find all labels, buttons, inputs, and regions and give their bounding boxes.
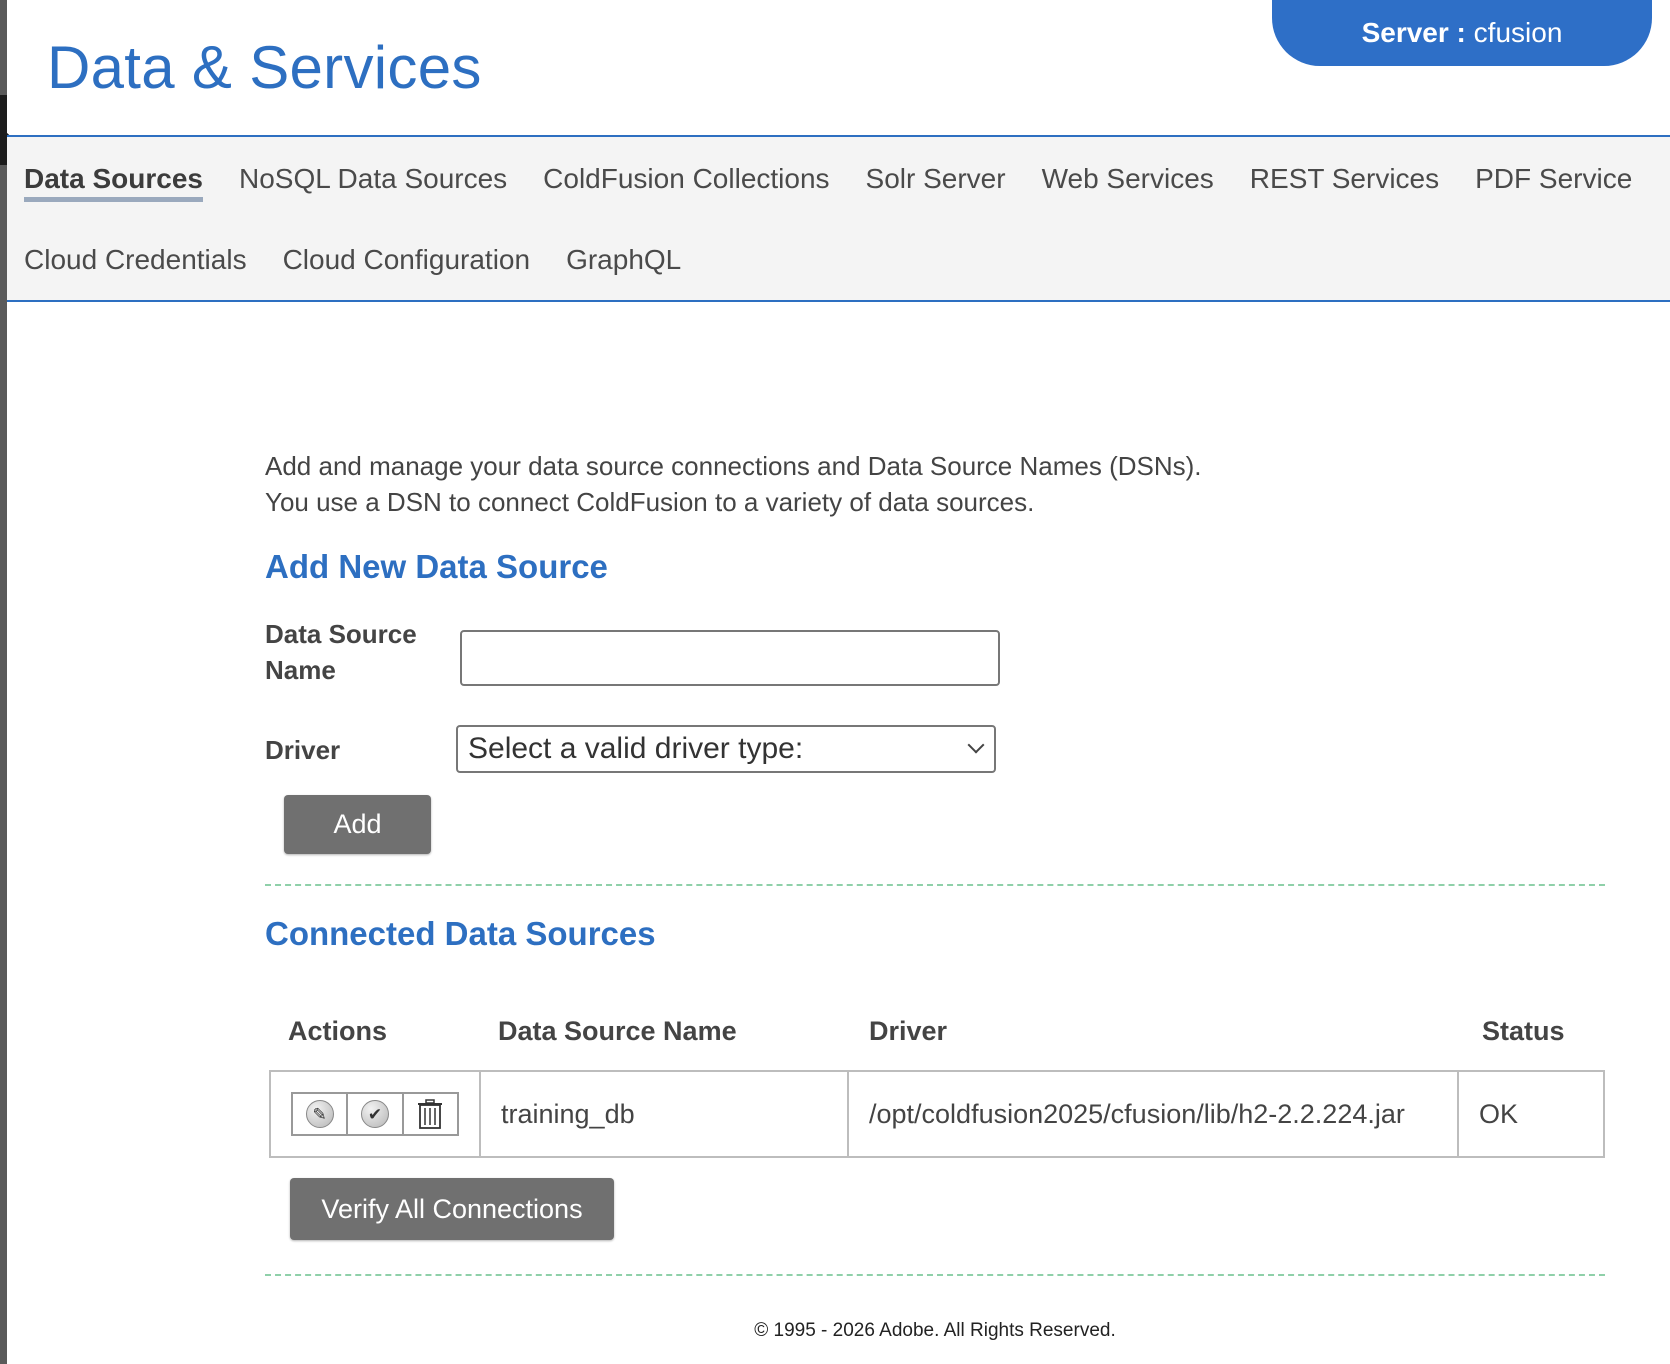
page-title: Data & Services — [47, 34, 482, 101]
driver-select[interactable]: Select a valid driver type: — [456, 725, 996, 773]
tab-rest-services[interactable]: REST Services — [1250, 163, 1439, 202]
dsn-name-cell: training_db — [479, 1070, 849, 1158]
tab-row-2: Cloud Credentials Cloud Configuration Gr… — [24, 244, 681, 282]
column-header-actions: Actions — [288, 1016, 388, 1046]
tab-solr-server[interactable]: Solr Server — [866, 163, 1006, 202]
dsn-label: Data Source Name — [265, 616, 417, 688]
intro-line-2: You use a DSN to connect ColdFusion to a… — [265, 487, 1035, 517]
column-header-status: Status — [1482, 1016, 1565, 1046]
column-header-driver: Driver — [869, 1016, 948, 1046]
tab-web-services[interactable]: Web Services — [1042, 163, 1214, 202]
footer: © 1995 - 2026 Adobe. All Rights Reserved… — [0, 1320, 1670, 1342]
table-header: Actions Data Source Name Driver Status — [265, 1008, 1605, 1058]
left-sidebar-edge — [0, 0, 20, 1364]
intro-text: Add and manage your data source connecti… — [265, 448, 1605, 520]
main-content: Add and manage your data source connecti… — [265, 448, 1605, 1276]
tab-row-1: Data Sources NoSQL Data Sources ColdFusi… — [24, 163, 1632, 202]
tab-coldfusion-collections[interactable]: ColdFusion Collections — [543, 163, 829, 202]
tab-graphql[interactable]: GraphQL — [566, 244, 681, 282]
tab-data-sources[interactable]: Data Sources — [24, 163, 203, 202]
tab-cloud-configuration[interactable]: Cloud Configuration — [283, 244, 531, 282]
dsn-name-input[interactable] — [460, 630, 1000, 686]
column-header-dsn: Data Source Name — [498, 1016, 737, 1046]
divider — [265, 1274, 1605, 1276]
add-button[interactable]: Add — [284, 795, 431, 854]
copyright-text: © 1995 - 2026 Adobe. All Rights Reserved… — [754, 1320, 1116, 1341]
row-actions: ✎ ✔ — [291, 1092, 459, 1136]
verify-button[interactable]: ✔ — [348, 1094, 404, 1134]
tab-navigation: Data Sources NoSQL Data Sources ColdFusi… — [7, 135, 1670, 302]
chevron-down-icon — [967, 736, 985, 754]
dsn-label-line-2: Name — [265, 655, 336, 685]
tab-pdf-service[interactable]: PDF Service — [1475, 163, 1632, 202]
tab-cloud-credentials[interactable]: Cloud Credentials — [24, 244, 247, 282]
edit-icon: ✎ — [305, 1100, 334, 1128]
delete-button[interactable] — [404, 1094, 457, 1134]
verify-icon: ✔ — [360, 1100, 389, 1128]
intro-line-1: Add and manage your data source connecti… — [265, 451, 1202, 481]
verify-all-connections-button[interactable]: Verify All Connections — [290, 1178, 614, 1240]
driver-cell: /opt/coldfusion2025/cfusion/lib/h2-2.2.2… — [847, 1070, 1459, 1158]
actions-cell: ✎ ✔ — [269, 1070, 481, 1158]
page: Data & Services Server : cfusion Data So… — [0, 0, 1670, 1364]
tab-nosql-data-sources[interactable]: NoSQL Data Sources — [239, 163, 507, 202]
server-badge: Server : cfusion — [1272, 0, 1652, 66]
status-cell: OK — [1457, 1070, 1605, 1158]
divider — [265, 884, 1605, 886]
dsn-label-line-1: Data Source — [265, 619, 417, 649]
driver-select-value: Select a valid driver type: — [468, 732, 804, 765]
data-sources-table: ✎ ✔ training_db /opt/coldfusion2025/cfus… — [269, 1070, 1605, 1158]
trash-icon — [418, 1099, 443, 1129]
add-section-title: Add New Data Source — [265, 548, 608, 585]
connected-section-title: Connected Data Sources — [265, 915, 656, 952]
edit-button[interactable]: ✎ — [293, 1094, 349, 1134]
driver-label: Driver — [265, 735, 341, 765]
table-row: ✎ ✔ training_db /opt/coldfusion2025/cfus… — [269, 1070, 1605, 1158]
server-label: Server : — [1361, 17, 1466, 48]
server-name: cfusion — [1473, 17, 1563, 48]
